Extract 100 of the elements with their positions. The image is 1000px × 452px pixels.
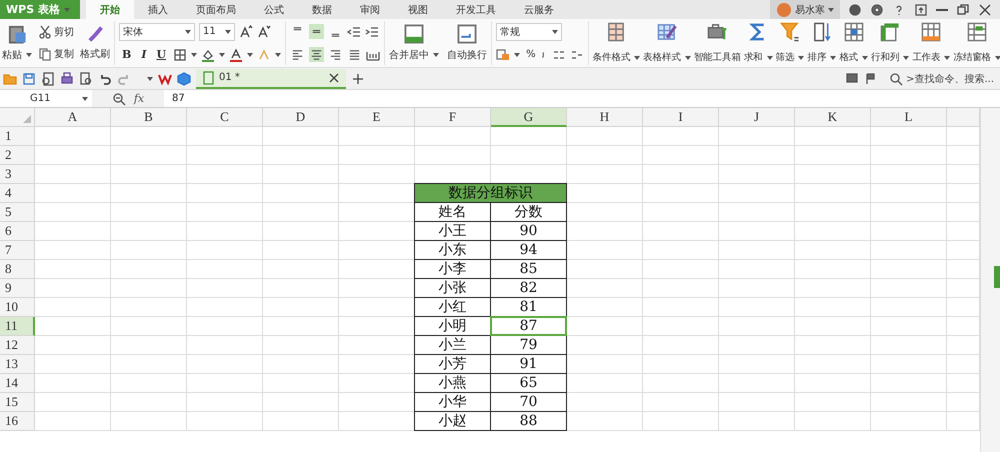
grid-cell[interactable] bbox=[111, 222, 187, 241]
grid-cell[interactable] bbox=[719, 412, 795, 431]
grid-cell[interactable] bbox=[339, 127, 415, 146]
ribbon-button[interactable]: 排序 bbox=[807, 21, 836, 65]
grid-cell[interactable] bbox=[35, 203, 111, 222]
grid-cell[interactable] bbox=[947, 127, 980, 146]
grid-cell[interactable] bbox=[871, 355, 947, 374]
grid-cell[interactable] bbox=[187, 374, 263, 393]
grid-cell[interactable] bbox=[567, 146, 643, 165]
row-header[interactable]: 16 bbox=[0, 412, 35, 431]
grid-cell[interactable] bbox=[111, 127, 187, 146]
row-header[interactable]: 12 bbox=[0, 336, 35, 355]
ribbon-button[interactable]: 表格样式 bbox=[643, 21, 691, 65]
grid-cell[interactable] bbox=[263, 165, 339, 184]
grid-cell[interactable] bbox=[947, 298, 980, 317]
grid-cell[interactable] bbox=[187, 260, 263, 279]
ribbon-tab[interactable]: 插入 bbox=[134, 0, 182, 19]
grid-cell[interactable] bbox=[35, 393, 111, 412]
grid-cell[interactable] bbox=[263, 374, 339, 393]
ribbon-tab[interactable]: 数据 bbox=[298, 0, 346, 19]
vertical-align-icon[interactable] bbox=[309, 24, 324, 39]
grid-cell[interactable] bbox=[947, 374, 980, 393]
grid-cell[interactable] bbox=[187, 412, 263, 431]
grid-cell[interactable] bbox=[415, 146, 491, 165]
grid-cell[interactable] bbox=[795, 355, 871, 374]
grid-cell[interactable] bbox=[35, 279, 111, 298]
grid-cell[interactable] bbox=[567, 336, 643, 355]
grid-cell[interactable] bbox=[187, 127, 263, 146]
grid-cell[interactable] bbox=[35, 127, 111, 146]
name-box[interactable]: G11 bbox=[0, 90, 92, 107]
grid-cell[interactable] bbox=[35, 412, 111, 431]
column-header[interactable]: C bbox=[187, 108, 263, 127]
grid-cell[interactable] bbox=[795, 184, 871, 203]
row-header[interactable]: 14 bbox=[0, 374, 35, 393]
grid-cell[interactable] bbox=[719, 241, 795, 260]
grid-cell[interactable] bbox=[35, 355, 111, 374]
grid-cell[interactable] bbox=[643, 412, 719, 431]
grid-cell[interactable] bbox=[35, 222, 111, 241]
grid-cell[interactable] bbox=[947, 336, 980, 355]
grid-cell[interactable] bbox=[111, 393, 187, 412]
grid-cell[interactable] bbox=[35, 374, 111, 393]
grid-cell[interactable] bbox=[111, 298, 187, 317]
grid-cell[interactable] bbox=[35, 298, 111, 317]
grid-cell[interactable] bbox=[643, 241, 719, 260]
column-header[interactable] bbox=[947, 108, 980, 127]
grid-cell[interactable] bbox=[643, 393, 719, 412]
grid-cell[interactable] bbox=[567, 374, 643, 393]
grid-cell[interactable] bbox=[871, 298, 947, 317]
grid-cell[interactable] bbox=[871, 317, 947, 336]
table-cell[interactable]: 88 bbox=[490, 411, 567, 431]
grid-cell[interactable] bbox=[795, 393, 871, 412]
grid-cell[interactable] bbox=[795, 260, 871, 279]
grid-cell[interactable] bbox=[567, 203, 643, 222]
paste-button[interactable]: 粘贴 bbox=[2, 23, 32, 63]
grid-cell[interactable] bbox=[263, 279, 339, 298]
grid-cell[interactable] bbox=[111, 279, 187, 298]
grid-cell[interactable] bbox=[187, 336, 263, 355]
font-name-field[interactable]: 宋体 bbox=[119, 22, 195, 40]
ribbon-tab[interactable]: 公式 bbox=[250, 0, 298, 19]
grid-cell[interactable] bbox=[35, 165, 111, 184]
column-header[interactable]: B bbox=[111, 108, 187, 127]
grid-cell[interactable] bbox=[719, 298, 795, 317]
grid-cell[interactable] bbox=[263, 146, 339, 165]
grid-cell[interactable] bbox=[187, 355, 263, 374]
grid-cell[interactable] bbox=[35, 184, 111, 203]
grid-cell[interactable] bbox=[567, 222, 643, 241]
grid-cell[interactable] bbox=[187, 298, 263, 317]
grid-cell[interactable] bbox=[35, 317, 111, 336]
grid-cell[interactable] bbox=[871, 241, 947, 260]
grid-cell[interactable] bbox=[263, 317, 339, 336]
grid-cell[interactable] bbox=[491, 127, 567, 146]
ribbon-button[interactable]: 条件格式 bbox=[592, 21, 640, 65]
grid-cell[interactable] bbox=[643, 184, 719, 203]
grid-cell[interactable] bbox=[947, 165, 980, 184]
row-header[interactable]: 1 bbox=[0, 127, 35, 146]
table-cell[interactable]: 小赵 bbox=[414, 411, 491, 431]
grid-cell[interactable] bbox=[187, 165, 263, 184]
grid-cell[interactable] bbox=[719, 393, 795, 412]
grid-cell[interactable] bbox=[871, 336, 947, 355]
grid-cell[interactable] bbox=[567, 298, 643, 317]
grid-cell[interactable] bbox=[111, 203, 187, 222]
ribbon-button[interactable]: 工作表 bbox=[912, 21, 950, 65]
ribbon-button[interactable]: 格式 bbox=[839, 21, 868, 65]
select-all-icon[interactable] bbox=[23, 115, 31, 123]
grid-cell[interactable] bbox=[263, 355, 339, 374]
grid-cell[interactable] bbox=[871, 203, 947, 222]
grid-cell[interactable] bbox=[111, 241, 187, 260]
column-header[interactable]: K bbox=[795, 108, 871, 127]
grid-cell[interactable] bbox=[871, 127, 947, 146]
grid-cell[interactable] bbox=[947, 317, 980, 336]
grid-cell[interactable] bbox=[111, 146, 187, 165]
grid-cell[interactable] bbox=[719, 203, 795, 222]
wrap-text-button[interactable]: 自动换行 bbox=[447, 23, 488, 63]
grid-cell[interactable] bbox=[947, 203, 980, 222]
grid-cell[interactable] bbox=[263, 298, 339, 317]
row-header[interactable]: 3 bbox=[0, 165, 35, 184]
column-header[interactable]: A bbox=[35, 108, 111, 127]
grid-cell[interactable] bbox=[567, 165, 643, 184]
scrollbar[interactable] bbox=[980, 108, 1000, 452]
horizontal-align-icon[interactable] bbox=[309, 47, 324, 62]
